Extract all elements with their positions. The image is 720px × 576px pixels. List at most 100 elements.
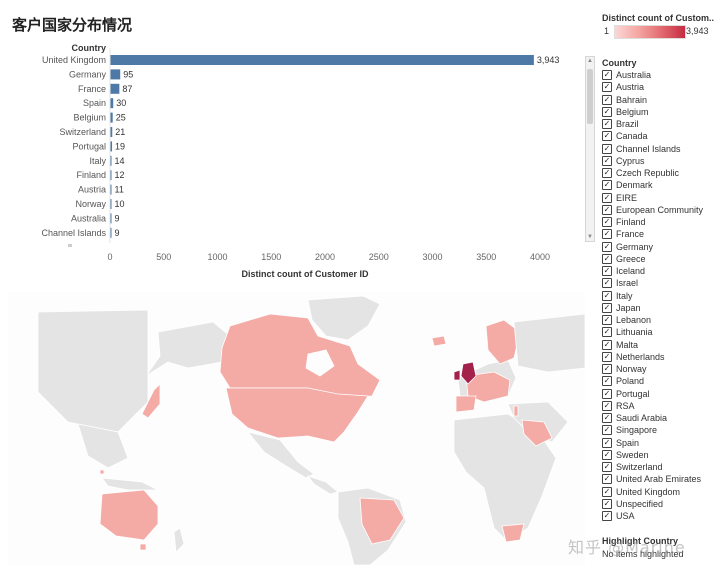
map-region-australia[interactable] [99, 489, 159, 541]
filter-item[interactable]: ✓ United Arab Emirates [602, 473, 703, 485]
filter-item[interactable]: ✓ Sweden [602, 449, 703, 461]
world-map[interactable] [8, 292, 586, 566]
checkbox-checked-icon[interactable]: ✓ [602, 376, 612, 387]
checkbox-checked-icon[interactable]: ✓ [602, 229, 612, 240]
filter-item[interactable]: ✓ Singapore [602, 424, 703, 436]
checkbox-checked-icon[interactable]: ✓ [602, 339, 612, 350]
checkbox-checked-icon[interactable]: ✓ [602, 511, 612, 522]
filter-item[interactable]: ✓ Portugal [602, 388, 703, 400]
map-region-tasmania[interactable] [139, 543, 147, 551]
checkbox-checked-icon[interactable]: ✓ [602, 217, 612, 228]
checkbox-checked-icon[interactable]: ✓ [602, 278, 612, 289]
checkbox-checked-icon[interactable]: ✓ [602, 94, 612, 105]
filter-item[interactable]: ✓ Saudi Arabia [602, 412, 703, 424]
filter-item[interactable]: ✓ Bahrain [602, 94, 703, 106]
filter-item[interactable]: ✓ Australia [602, 69, 703, 81]
filter-item[interactable]: ✓ Netherlands [602, 351, 703, 363]
filter-item[interactable]: ✓ France [602, 228, 703, 240]
map-region-iceland[interactable] [431, 335, 447, 347]
map-region-iberia[interactable] [455, 395, 477, 413]
checkbox-checked-icon[interactable]: ✓ [602, 315, 612, 326]
filter-item[interactable]: ✓ Unspecified [602, 498, 703, 510]
checkbox-checked-icon[interactable]: ✓ [602, 290, 612, 301]
checkbox-checked-icon[interactable]: ✓ [602, 131, 612, 142]
filter-item[interactable]: ✓ Italy [602, 290, 703, 302]
filter-item[interactable]: ✓ Switzerland [602, 461, 703, 473]
checkbox-checked-icon[interactable]: ✓ [602, 180, 612, 191]
filter-item[interactable]: ✓ Greece [602, 253, 703, 265]
checkbox-checked-icon[interactable]: ✓ [602, 143, 612, 154]
checkbox-checked-icon[interactable]: ✓ [602, 437, 612, 448]
checkbox-checked-icon[interactable]: ✓ [602, 119, 612, 130]
checkbox-checked-icon[interactable]: ✓ [602, 498, 612, 509]
filter-item[interactable]: ✓ Finland [602, 216, 703, 228]
map-region-usa[interactable] [225, 387, 369, 443]
map-region-rsa[interactable] [501, 523, 525, 543]
scroll-down-icon[interactable]: ▼ [587, 234, 593, 240]
filter-item[interactable]: ✓ Belgium [602, 106, 703, 118]
checkbox-checked-icon[interactable]: ✓ [602, 327, 612, 338]
checkbox-checked-icon[interactable]: ✓ [602, 400, 612, 411]
filter-item[interactable]: ✓ Cyprus [602, 155, 703, 167]
map-region-se-asia[interactable] [77, 423, 129, 469]
bar[interactable] [110, 83, 120, 94]
filter-scrollbar[interactable]: ▲ ▼ [585, 56, 595, 242]
filter-item[interactable]: ✓ RSA [602, 400, 703, 412]
checkbox-checked-icon[interactable]: ✓ [602, 168, 612, 179]
checkbox-checked-icon[interactable]: ✓ [602, 106, 612, 117]
filter-item[interactable]: ✓ Israel [602, 277, 703, 289]
filter-item[interactable]: ✓ Lithuania [602, 326, 703, 338]
checkbox-checked-icon[interactable]: ✓ [602, 351, 612, 362]
filter-item[interactable]: ✓ Canada [602, 130, 703, 142]
checkbox-checked-icon[interactable]: ✓ [602, 413, 612, 424]
filter-item[interactable]: ✓ Poland [602, 375, 703, 387]
filter-item[interactable]: ✓ Brazil [602, 118, 703, 130]
filter-item[interactable]: ✓ Spain [602, 437, 703, 449]
filter-item[interactable]: ✓ Lebanon [602, 314, 703, 326]
filter-item[interactable]: ✓ Japan [602, 302, 703, 314]
filter-scrollbar-thumb[interactable] [587, 69, 593, 124]
map-region-russia[interactable] [513, 313, 586, 373]
checkbox-checked-icon[interactable]: ✓ [602, 82, 612, 93]
checkbox-checked-icon[interactable]: ✓ [602, 155, 612, 166]
checkbox-checked-icon[interactable]: ✓ [602, 425, 612, 436]
filter-item[interactable]: ✓ Austria [602, 81, 703, 93]
filter-item[interactable]: ✓ USA [602, 510, 703, 522]
checkbox-checked-icon[interactable]: ✓ [602, 253, 612, 264]
map-region-indonesia[interactable] [101, 477, 159, 491]
checkbox-checked-icon[interactable]: ✓ [602, 486, 612, 497]
bar[interactable] [110, 55, 534, 65]
checkbox-checked-icon[interactable]: ✓ [602, 449, 612, 460]
map-region-central-america[interactable] [306, 475, 339, 495]
checkbox-checked-icon[interactable]: ✓ [602, 204, 612, 215]
map-region-alaska[interactable] [145, 321, 231, 377]
filter-item[interactable]: ✓ Germany [602, 241, 703, 253]
map-region-new-zealand[interactable] [173, 527, 185, 553]
checkbox-checked-icon[interactable]: ✓ [602, 70, 612, 81]
filter-item[interactable]: ✓ EIRE [602, 192, 703, 204]
map-region-greenland[interactable] [307, 295, 381, 341]
filter-item[interactable]: ✓ Iceland [602, 265, 703, 277]
map-region-singapore[interactable] [99, 469, 105, 475]
filter-item[interactable]: ✓ Czech Republic [602, 167, 703, 179]
filter-item[interactable]: ✓ Norway [602, 363, 703, 375]
checkbox-checked-icon[interactable]: ✓ [602, 364, 612, 375]
filter-item[interactable]: ✓ Channel Islands [602, 143, 703, 155]
bar[interactable] [110, 69, 121, 80]
map-region-ireland[interactable] [453, 369, 461, 381]
map-region-east-asia[interactable] [37, 309, 149, 433]
scroll-up-icon[interactable]: ▲ [587, 58, 593, 64]
checkbox-checked-icon[interactable]: ✓ [602, 266, 612, 277]
bar-chart-scroll-indicator[interactable] [68, 244, 72, 247]
map-region-mexico[interactable] [246, 431, 315, 479]
filter-item[interactable]: ✓ Malta [602, 339, 703, 351]
checkbox-checked-icon[interactable]: ✓ [602, 388, 612, 399]
checkbox-checked-icon[interactable]: ✓ [602, 474, 612, 485]
map-region-israel-lebanon[interactable] [513, 405, 519, 417]
checkbox-checked-icon[interactable]: ✓ [602, 462, 612, 473]
checkbox-checked-icon[interactable]: ✓ [602, 302, 612, 313]
filter-item[interactable]: ✓ United Kingdom [602, 486, 703, 498]
checkbox-checked-icon[interactable]: ✓ [602, 192, 612, 203]
filter-item[interactable]: ✓ Denmark [602, 179, 703, 191]
checkbox-checked-icon[interactable]: ✓ [602, 241, 612, 252]
